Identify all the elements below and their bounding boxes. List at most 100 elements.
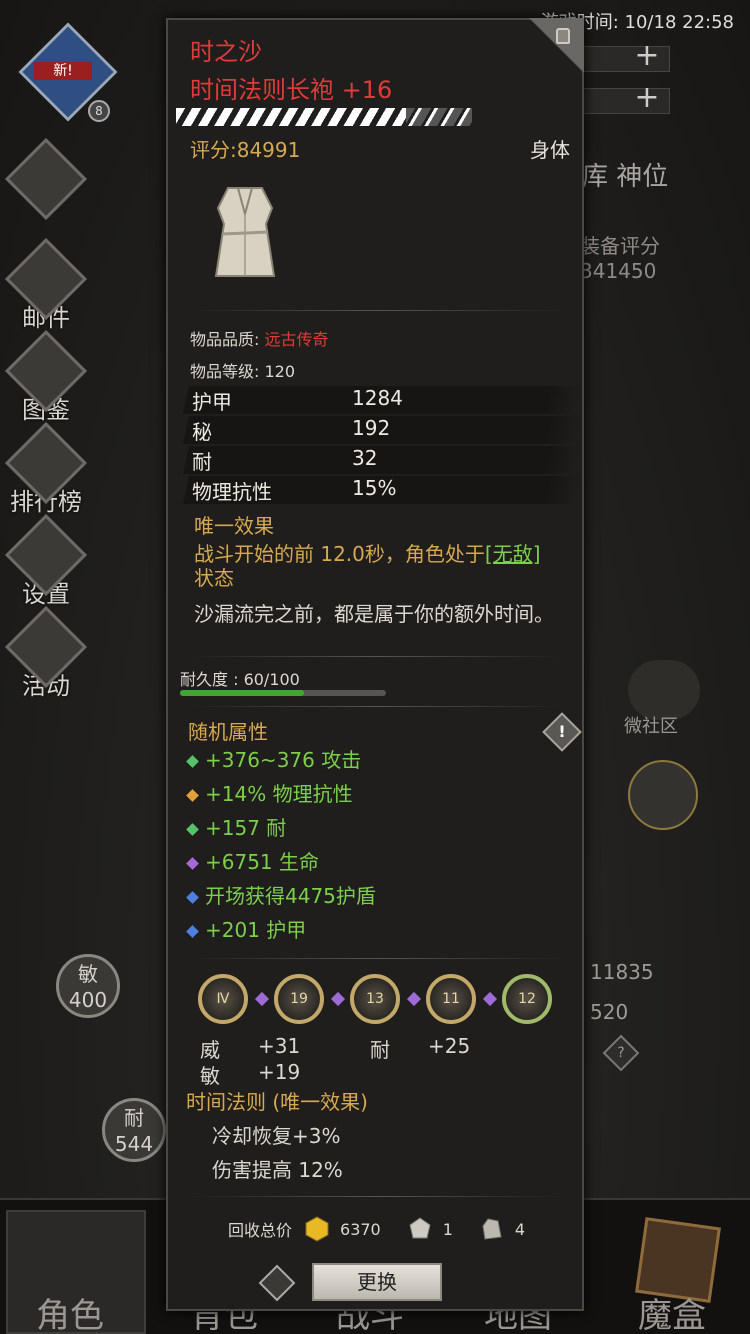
gem-link-icon: [254, 991, 270, 1007]
sidebar-item-mail[interactable]: 邮件: [4, 237, 88, 333]
set-effect-title: 时间法则 (唯一效果): [186, 1090, 368, 1114]
replace-button[interactable]: 更换: [312, 1263, 442, 1301]
agility-label: 敏: [78, 962, 98, 986]
gem-link-icon: [482, 991, 498, 1007]
stat-name: 护甲: [192, 390, 232, 414]
stat-value: 32: [352, 446, 378, 470]
socket-bonus-value: +31: [258, 1034, 301, 1058]
item-score: 评分:84991: [190, 138, 301, 162]
socket-bonus-value: +25: [428, 1034, 471, 1058]
sidebar-item-settings[interactable]: 设置: [4, 513, 88, 609]
random-attr-text: +6751 生命: [205, 850, 320, 874]
quality-value: 远古传奇: [264, 330, 329, 349]
stat-value: 192: [352, 416, 391, 440]
unique-desc-text: 状态: [194, 566, 234, 590]
gem-link-icon: [406, 991, 422, 1007]
lock-icon[interactable]: [556, 28, 570, 44]
durability-text: 耐久度 : 60/100: [180, 670, 300, 689]
item-level: 物品等级: 120: [190, 362, 296, 381]
community-label[interactable]: 微社区: [624, 712, 678, 738]
unique-effect-title: 唯一效果: [194, 514, 274, 538]
recycle-stone: 1: [442, 1219, 453, 1239]
help-icon[interactable]: ?: [602, 1034, 640, 1072]
gem-link-icon: [330, 991, 346, 1007]
stat-row-bg: [183, 446, 581, 474]
divider: [188, 958, 566, 959]
gem-dot-icon: [186, 891, 199, 904]
stat-name: 耐: [192, 450, 212, 474]
gem-socket[interactable]: 11: [426, 974, 476, 1024]
random-attr-text: +14% 物理抗性: [205, 782, 353, 806]
random-attr-text: +201 护甲: [205, 918, 307, 942]
random-attr: +6751 生命: [186, 846, 320, 875]
stat-name: 物理抗性: [192, 480, 272, 504]
robe-icon: [214, 187, 276, 277]
help-icon-glyph: ?: [617, 1045, 625, 1061]
socket-bonus-key: 耐: [370, 1038, 390, 1062]
random-attr-text: 开场获得4475护盾: [205, 884, 376, 908]
stamina-badge: 耐 544: [102, 1098, 166, 1162]
gem-socket[interactable]: Ⅳ: [198, 974, 248, 1024]
recycle-gold: 6370: [340, 1219, 381, 1239]
divider: [188, 706, 566, 707]
divider: [188, 656, 566, 657]
gem-socket[interactable]: 12: [502, 974, 552, 1024]
stat-value: 15%: [352, 476, 397, 500]
random-attr: +376~376 攻击: [186, 744, 362, 773]
unique-effect-desc: 战斗开始的前 12.0秒，角色处于[无敌] 状态: [194, 542, 566, 590]
enhance-progress-empty: [406, 108, 472, 126]
gold-crystal-icon: [305, 1216, 329, 1242]
item-subtitle: 时间法则长袍 +16: [190, 76, 393, 104]
recycle-price: 回收总价 6370 1 4: [228, 1216, 525, 1242]
equip-score-value: 341450: [580, 259, 657, 283]
random-attr-text: +157 耐: [205, 816, 287, 840]
random-attr: +157 耐: [186, 812, 287, 841]
share-icon[interactable]: [258, 1264, 296, 1302]
random-attr-text: +376~376 攻击: [205, 748, 362, 772]
tab-magic-box[interactable]: 魔盒: [638, 1288, 706, 1334]
stat-value: 1284: [352, 386, 403, 410]
socket-bonus-key: 敏: [200, 1064, 220, 1088]
set-effect: 伤害提高 12%: [212, 1158, 343, 1182]
panel-corner: [528, 18, 584, 74]
helmet-icon[interactable]: [628, 660, 700, 720]
stat-name: 秘: [192, 420, 212, 444]
add-resource-2-button[interactable]: +: [634, 83, 660, 113]
item-name: 时之沙: [190, 38, 262, 66]
gem-dot-icon: [186, 823, 199, 836]
chevron-down-icon: [4, 137, 88, 221]
add-resource-1-button[interactable]: +: [634, 41, 660, 71]
sidebar-item-codex[interactable]: 图鉴: [4, 329, 88, 425]
info-icon-glyph: !: [558, 722, 566, 741]
sidebar-item-ranking[interactable]: 排行榜: [4, 421, 88, 517]
gem-socket[interactable]: 13: [350, 974, 400, 1024]
side-menu-toggle[interactable]: [4, 137, 88, 221]
agility-badge: 敏 400: [56, 954, 120, 1018]
equip-score: 装备评分 341450: [580, 234, 660, 284]
item-quality: 物品品质: 远古传奇: [190, 326, 329, 350]
stamina-value: 544: [114, 1132, 154, 1156]
random-attr: +201 护甲: [186, 914, 307, 943]
divider: [188, 310, 566, 311]
recycle-rune: 4: [514, 1219, 526, 1239]
divider: [188, 1196, 566, 1197]
unique-desc-text: 战斗开始的前 12.0秒，角色处于: [194, 542, 485, 566]
info-icon[interactable]: !: [542, 712, 582, 752]
gem-dot-icon: [186, 755, 199, 768]
item-tooltip: 时之沙 时间法则长袍 +16 评分:84991 身体 物品品质: 远古传奇 物品…: [166, 18, 584, 1311]
avatar-level-badge: 8: [88, 100, 110, 122]
sidebar-item-events[interactable]: 活动: [4, 605, 88, 701]
crest-icon[interactable]: [628, 760, 698, 830]
invincible-keyword-link[interactable]: [无敌]: [485, 542, 541, 566]
gem-dot-icon: [186, 925, 199, 938]
new-badge: 新!: [34, 62, 92, 80]
tab-deity[interactable]: 库 神位: [582, 156, 668, 193]
gem-socket[interactable]: 19: [274, 974, 324, 1024]
random-attr: +14% 物理抗性: [186, 778, 353, 807]
gem-dot-icon: [186, 857, 199, 870]
set-effect: 冷却恢复+3%: [212, 1124, 341, 1148]
gem-dot-icon: [186, 789, 199, 802]
right-stat-1: 11835: [590, 960, 654, 984]
socket-bonus-key: 威: [200, 1038, 220, 1062]
tab-character[interactable]: 角色: [36, 1288, 104, 1334]
